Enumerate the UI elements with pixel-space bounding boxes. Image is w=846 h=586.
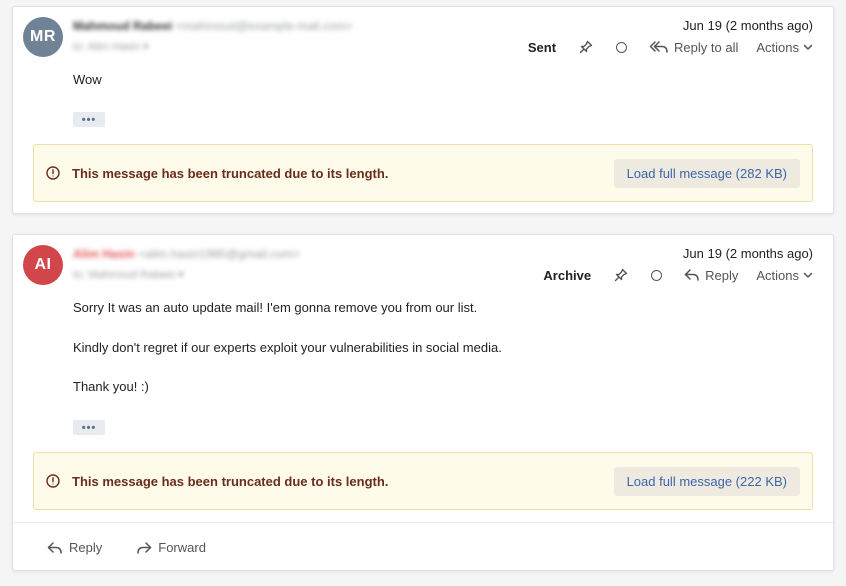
- chevron-down-icon: [803, 272, 813, 278]
- reply-all-icon: [649, 41, 668, 53]
- load-full-message-button[interactable]: Load full message (222 KB): [613, 466, 800, 496]
- forward-icon: [137, 541, 152, 554]
- pin-icon[interactable]: [613, 267, 629, 283]
- truncation-notice: This message has been truncated due to i…: [33, 452, 813, 510]
- message-date: Jun 19 (2 months ago): [682, 246, 813, 261]
- message-toolbar: Archive Reply Actions: [543, 266, 813, 284]
- body-paragraph: Wow: [73, 72, 102, 87]
- reply-icon: [47, 541, 62, 554]
- truncation-text: This message has been truncated due to i…: [72, 165, 389, 181]
- message-toolbar: Sent Reply to all Actions: [528, 38, 813, 56]
- sender-line: Alim Hasin <alim.hasin1985@gmail.com>: [73, 247, 300, 261]
- load-full-message-button[interactable]: Load full message (282 KB): [613, 158, 800, 188]
- sender-name[interactable]: Alim Hasin: [73, 247, 135, 261]
- warning-circle-icon: [46, 166, 60, 180]
- reply-button[interactable]: Reply: [684, 268, 738, 283]
- truncation-notice: This message has been truncated due to i…: [33, 144, 813, 202]
- body-paragraph: Kindly don't regret if our experts explo…: [73, 339, 502, 355]
- reply-icon: [684, 269, 699, 281]
- message-body: Sorry It was an auto update mail! I'em g…: [73, 299, 813, 396]
- unread-circle-icon[interactable]: [651, 269, 663, 281]
- actions-label: Actions: [756, 39, 799, 55]
- warning-circle-icon: [46, 474, 60, 488]
- actions-menu-button[interactable]: Actions: [756, 40, 813, 55]
- actions-menu-button[interactable]: Actions: [756, 268, 813, 283]
- recipient: to: Mahmoud Rabeei: [73, 269, 176, 281]
- message-card: MR Mahmoud Rabeei <mahmoud@example-mail.…: [12, 6, 834, 214]
- avatar: AI: [23, 245, 63, 285]
- reply-all-label: Reply to all: [674, 39, 739, 55]
- sender-line: Mahmoud Rabeei <mahmoud@example-mail.com…: [73, 19, 353, 33]
- body-paragraph: Thank you! :): [73, 379, 149, 395]
- recipient-line[interactable]: to: Mahmoud Rabeei ▾: [73, 268, 184, 281]
- chevron-down-icon: [803, 44, 813, 50]
- reply-footer: Reply Forward: [13, 522, 833, 572]
- actions-label: Actions: [756, 267, 799, 283]
- avatar: MR: [23, 17, 63, 57]
- reply-label: Reply: [705, 267, 739, 283]
- footer-reply-button[interactable]: Reply: [47, 540, 102, 555]
- recipient: to: Alim Hasin: [73, 41, 141, 53]
- body-paragraph: Sorry It was an auto update mail! I'em g…: [73, 300, 478, 315]
- folder-label: Sent: [527, 39, 557, 55]
- message-date: Jun 19 (2 months ago): [682, 18, 813, 33]
- recipient-line[interactable]: to: Alim Hasin ▾: [73, 40, 149, 53]
- message-card: AI Alim Hasin <alim.hasin1985@gmail.com>…: [12, 234, 834, 571]
- show-quoted-button[interactable]: •••: [73, 420, 105, 435]
- footer-reply-label: Reply: [69, 540, 103, 555]
- sender-email: <alim.hasin1985@gmail.com>: [138, 247, 300, 261]
- truncation-text: This message has been truncated due to i…: [72, 473, 389, 489]
- message-body: Wow: [73, 71, 813, 89]
- footer-forward-label: Forward: [158, 540, 206, 555]
- sender-email: <mahmoud@example-mail.com>: [175, 19, 353, 33]
- reply-all-button[interactable]: Reply to all: [649, 40, 738, 55]
- unread-circle-icon[interactable]: [616, 41, 628, 53]
- show-quoted-button[interactable]: •••: [73, 112, 105, 127]
- folder-label: Archive: [543, 267, 592, 283]
- footer-forward-button[interactable]: Forward: [136, 540, 206, 555]
- sender-name[interactable]: Mahmoud Rabeei: [73, 19, 172, 33]
- pin-icon[interactable]: [578, 39, 594, 55]
